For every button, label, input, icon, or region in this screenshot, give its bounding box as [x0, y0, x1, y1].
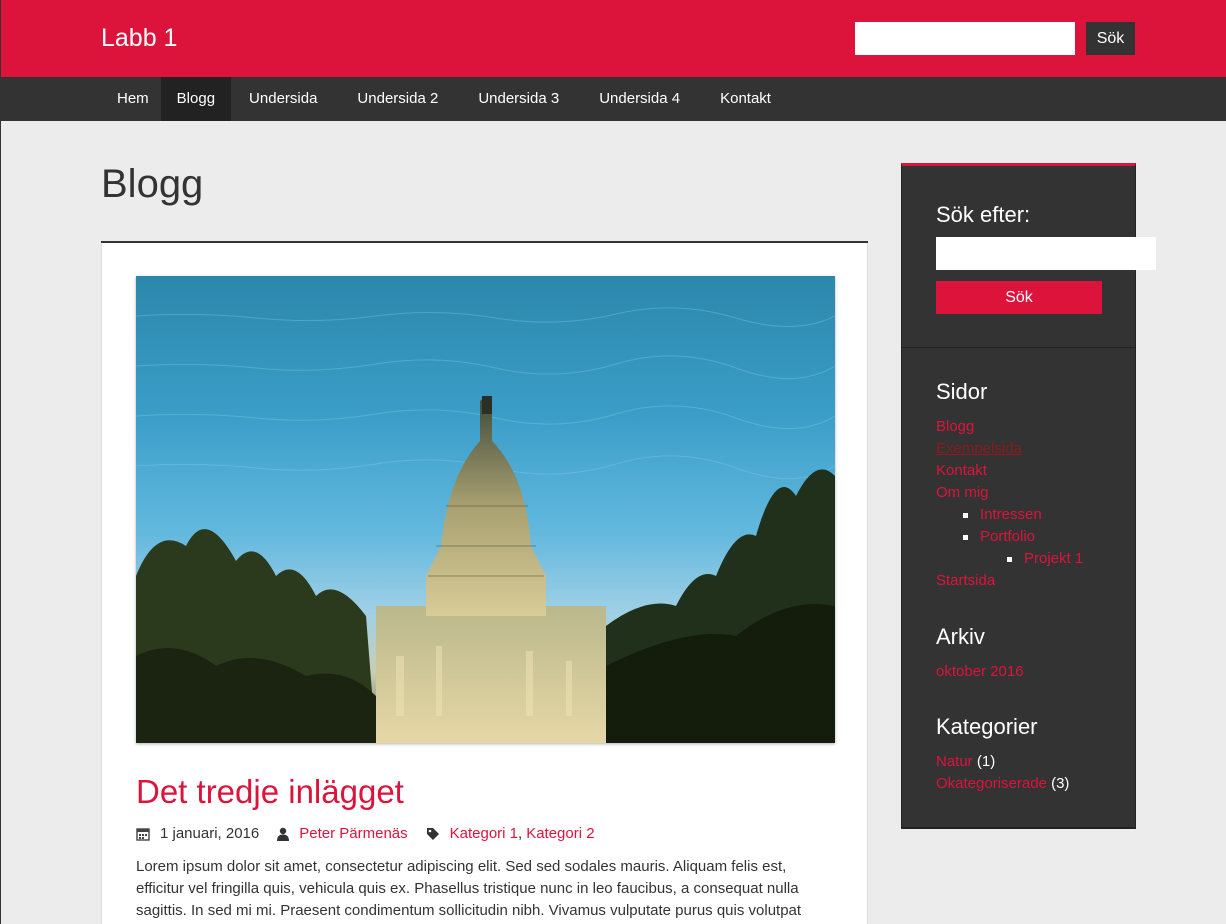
- page-link-portfolio[interactable]: Portfolio: [980, 528, 1035, 545]
- header-search-button[interactable]: Sök: [1086, 22, 1135, 55]
- list-item: Exempelsida: [936, 438, 1083, 460]
- post-title[interactable]: Det tredje inlägget: [136, 773, 404, 811]
- page-link-kontakt[interactable]: Kontakt: [936, 462, 987, 479]
- list-item: Startsida: [936, 570, 1083, 592]
- category-link-okategoriserade[interactable]: Okategoriserade: [936, 775, 1047, 792]
- page-link-exempelsida[interactable]: Exempelsida: [936, 440, 1022, 457]
- sidebar: Sök efter: Sök Sidor Blogg Exempelsida K…: [901, 163, 1156, 829]
- nav-item-kontakt[interactable]: Kontakt: [698, 77, 793, 121]
- blog-post: Det tredje inlägget 1 januari, 2016 Pete…: [101, 243, 868, 924]
- sidebar-search-input[interactable]: [936, 237, 1156, 270]
- list-item: Intressen: [936, 504, 1083, 526]
- post-featured-image[interactable]: [136, 276, 835, 743]
- post-categories-group: Kategori 1, Kategori 2: [426, 825, 595, 842]
- header-search-input[interactable]: [855, 22, 1075, 55]
- post-meta: 1 januari, 2016 Peter Pärmenäs Kategori …: [136, 825, 613, 842]
- nav-item-undersida-4[interactable]: Undersida 4: [577, 77, 702, 121]
- archive-link-oktober-2016[interactable]: oktober 2016: [936, 663, 1024, 680]
- nav-item-undersida-2[interactable]: Undersida 2: [335, 77, 460, 121]
- list-item: Blogg: [936, 416, 1083, 438]
- post-author-group: Peter Pärmenäs: [277, 825, 408, 842]
- post-date: 1 januari, 2016: [160, 825, 260, 842]
- post-category-2[interactable]: Kategori 2: [526, 825, 594, 842]
- list-item: Portfolio: [936, 526, 1083, 548]
- list-item: Projekt 1: [936, 548, 1083, 570]
- sidebar-search-heading: Sök efter:: [936, 202, 1031, 227]
- page-link-intressen[interactable]: Intressen: [980, 506, 1042, 523]
- list-item: Om mig: [936, 482, 1083, 504]
- list-item: oktober 2016: [936, 661, 1024, 683]
- category-count: (1): [976, 753, 996, 770]
- sidebar-categories-list: Natur (1) Okategoriserade (3): [936, 751, 1069, 795]
- list-item: Natur (1): [936, 751, 1069, 773]
- category-count: (3): [1051, 775, 1070, 792]
- page-link-startsida[interactable]: Startsida: [936, 572, 995, 589]
- tag-icon: [426, 827, 440, 841]
- category-link-natur[interactable]: Natur: [936, 753, 973, 770]
- sidebar-pages-list: Blogg Exempelsida Kontakt Om mig Intress…: [936, 416, 1083, 592]
- calendar-icon: [136, 827, 150, 841]
- page-link-projekt-1[interactable]: Projekt 1: [1024, 550, 1083, 567]
- post-excerpt: Lorem ipsum dolor sit amet, consectetur …: [136, 858, 802, 919]
- nav-item-blogg[interactable]: Blogg: [160, 77, 232, 121]
- page-title: Blogg: [101, 162, 204, 206]
- page-link-blogg[interactable]: Blogg: [936, 418, 974, 435]
- post-date-group: 1 januari, 2016: [136, 825, 259, 842]
- nav-item-undersida[interactable]: Undersida: [227, 77, 339, 121]
- sidebar-categories-heading: Kategorier: [936, 714, 1038, 739]
- sidebar-archive-list: oktober 2016: [936, 661, 1024, 683]
- site-title[interactable]: Labb 1: [101, 24, 177, 53]
- sidebar-search-button[interactable]: Sök: [936, 281, 1102, 314]
- sidebar-search-widget: Sök efter: Sök: [902, 166, 1156, 348]
- category-separator: ,: [518, 825, 523, 842]
- nav-item-undersida-3[interactable]: Undersida 3: [456, 77, 581, 121]
- sidebar-archive-heading: Arkiv: [936, 624, 985, 649]
- capitol-reflection-photo: [136, 276, 835, 743]
- list-item: Okategoriserade (3): [936, 773, 1069, 795]
- post-category-1[interactable]: Kategori 1: [450, 825, 518, 842]
- user-icon: [277, 827, 290, 841]
- list-item: Kontakt: [936, 460, 1083, 482]
- nav-item-hem[interactable]: Hem: [101, 77, 165, 121]
- post-author[interactable]: Peter Pärmenäs: [299, 825, 407, 842]
- sidebar-pages-heading: Sidor: [936, 379, 988, 404]
- main-nav: Hem Blogg Undersida Undersida 2 Undersid…: [1, 77, 1226, 121]
- site-header: Labb 1 Sök: [1, 0, 1226, 77]
- page-link-om-mig[interactable]: Om mig: [936, 484, 989, 501]
